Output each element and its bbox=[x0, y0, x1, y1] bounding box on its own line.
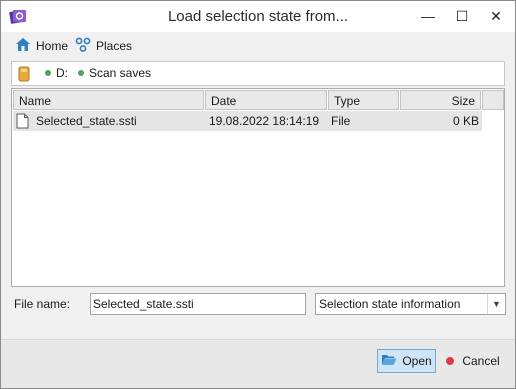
breadcrumb-scan-saves-label: Scan saves bbox=[89, 66, 152, 80]
path-bar: D: Scan saves bbox=[11, 61, 505, 86]
places-icon bbox=[75, 37, 96, 56]
drive-icon bbox=[18, 66, 30, 85]
breadcrumb-drive[interactable]: D: bbox=[45, 66, 68, 80]
file-type-cell: File bbox=[331, 114, 351, 128]
breadcrumb-drive-label: D: bbox=[56, 66, 68, 80]
breadcrumb-dot-icon bbox=[45, 70, 51, 76]
title-bar: Load selection state from... — ☐ ✕ bbox=[1, 1, 515, 32]
home-button[interactable]: Home bbox=[15, 37, 68, 55]
close-button[interactable]: ✕ bbox=[481, 1, 511, 32]
open-label: Open bbox=[402, 354, 432, 368]
file-type-select[interactable]: Selection state information ▼ bbox=[315, 293, 506, 315]
cancel-icon bbox=[446, 357, 455, 365]
places-label: Places bbox=[96, 39, 133, 53]
document-icon bbox=[16, 113, 29, 129]
column-header-size[interactable]: Size bbox=[400, 90, 481, 110]
breadcrumb-dot-icon bbox=[78, 70, 84, 76]
folder-open-icon bbox=[381, 353, 402, 369]
column-header-type[interactable]: Type bbox=[328, 90, 399, 110]
file-name-label: File name: bbox=[14, 297, 71, 311]
file-name-cell: Selected_state.ssti bbox=[36, 114, 137, 128]
file-type-value: Selection state information bbox=[319, 297, 461, 311]
breadcrumb-scan-saves[interactable]: Scan saves bbox=[78, 66, 151, 80]
places-button[interactable]: Places bbox=[75, 37, 132, 55]
button-bar bbox=[1, 339, 515, 388]
cancel-button[interactable]: Cancel bbox=[443, 349, 503, 373]
load-selection-dialog: Load selection state from... — ☐ ✕ Home bbox=[0, 0, 516, 389]
column-header-name[interactable]: Name bbox=[13, 90, 204, 110]
file-list[interactable]: Name Date Type Size Selected_state.ssti … bbox=[11, 88, 505, 287]
maximize-button[interactable]: ☐ bbox=[447, 1, 477, 32]
chevron-down-icon[interactable]: ▼ bbox=[487, 294, 505, 314]
home-icon bbox=[15, 37, 36, 55]
cancel-label: Cancel bbox=[462, 354, 500, 368]
minimize-button[interactable]: — bbox=[413, 1, 443, 32]
file-date-cell: 19.08.2022 18:14:19 bbox=[209, 114, 320, 128]
file-row[interactable]: Selected_state.ssti 19.08.2022 18:14:19 … bbox=[13, 111, 482, 131]
column-header-date[interactable]: Date bbox=[205, 90, 327, 110]
open-button[interactable]: Open bbox=[377, 349, 436, 373]
file-size-cell: 0 KB bbox=[452, 114, 479, 128]
toolbar: Home Places bbox=[1, 32, 515, 60]
file-name-input[interactable] bbox=[90, 293, 306, 315]
column-header-filler bbox=[482, 90, 504, 110]
home-label: Home bbox=[36, 39, 69, 53]
